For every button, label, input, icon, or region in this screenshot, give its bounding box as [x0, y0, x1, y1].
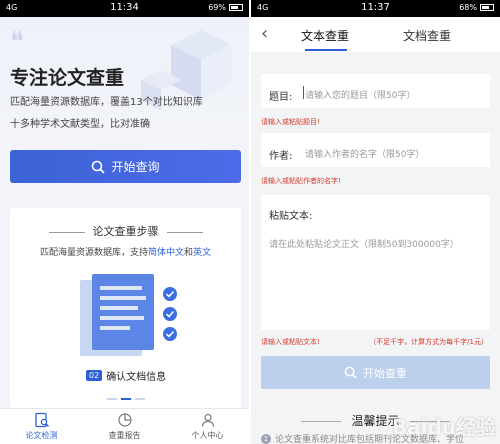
- search-icon: [344, 366, 357, 379]
- title-field[interactable]: 题目: 请输入您的题目（限50字）: [261, 74, 490, 108]
- start-check-button[interactable]: 开始查重: [261, 356, 490, 389]
- hero-title: 专注论文查重: [10, 67, 125, 89]
- baidu-watermark: Baidu经验: [391, 415, 496, 439]
- tab-text-check[interactable]: 文本查重: [301, 27, 349, 44]
- step-label: 确认文档信息: [106, 372, 167, 383]
- user-icon: [201, 413, 214, 427]
- text-field[interactable]: 粘贴文本: 请在此处粘贴论文正文（限制50到300000字）: [261, 195, 490, 330]
- divider: [48, 231, 85, 233]
- current-step: 02 确认文档信息: [86, 368, 166, 383]
- tab-label: 查重报告: [108, 431, 141, 440]
- hero-subtitle-2: 十多种学术文献类型，比对准确: [10, 119, 150, 130]
- hero-subtitle-1: 匹配海量资源数据库，覆盖13个对比知识库: [10, 97, 203, 108]
- title-field-label: 题目:: [269, 92, 293, 103]
- status-bar: 4G 11:37 68%: [251, 0, 500, 17]
- title-input[interactable]: 请输入您的题目（限50字）: [305, 88, 415, 101]
- bottom-tab-bar: 论文检测 查重报告 个人中心: [0, 408, 249, 444]
- author-field[interactable]: 作者: 请输入作者的名字（限50字）: [261, 133, 490, 167]
- tab-report[interactable]: 查重报告: [83, 409, 166, 444]
- battery-percent: 68%: [459, 3, 477, 12]
- hero-banner: ❝ 专注论文查重 匹配海量资源数据库，覆盖13个对比知识库 十多种学术文献类型，…: [0, 17, 249, 137]
- divider: [166, 231, 203, 233]
- start-check-label: 开始查重: [363, 366, 407, 380]
- report-chart-icon: [117, 413, 132, 427]
- text-cursor: [303, 86, 304, 99]
- tab-label: 个人中心: [191, 431, 224, 440]
- battery-icon: [480, 4, 494, 11]
- desc-highlight-chinese: 简体中文: [147, 248, 184, 258]
- divider: [301, 421, 342, 422]
- start-query-button[interactable]: 开始查询: [10, 150, 241, 183]
- screenshot-composite: 4G 11:34 69% ❝ 专注论文查重 匹配海量资源数据库，覆盖13个对比知…: [0, 0, 500, 444]
- back-arrow-icon[interactable]: ‹: [261, 25, 268, 43]
- battery-icon: [229, 4, 243, 11]
- steps-card-description: 匹配海量资源数据库，支持简体中文和英文: [10, 245, 241, 258]
- tab-profile[interactable]: 个人中心: [166, 409, 249, 444]
- desc-mid: 和: [184, 248, 194, 258]
- tab-label: 论文检测: [25, 431, 58, 440]
- pricing-note: （不足千字，计算方式为每千字/1元）: [369, 338, 488, 346]
- steps-card-title-row: 论文查重步骤: [10, 223, 241, 239]
- desc-prefix: 匹配海量资源数据库，支持: [39, 248, 148, 258]
- text-input[interactable]: 请在此处粘贴论文正文（限制50到300000字）: [269, 237, 459, 250]
- author-error: 请输入或粘贴作者的名字!: [261, 177, 341, 185]
- right-phone-screen: 4G 11:37 68% ‹ 文本查重 文档查重 题目: 请输入您的题目（限50…: [251, 0, 500, 444]
- carousel-dot[interactable]: [134, 398, 145, 400]
- document-check-illustration-icon: [80, 274, 177, 356]
- carousel-indicator: [10, 398, 241, 400]
- tab-paper-check[interactable]: 论文检测: [0, 409, 83, 444]
- author-input[interactable]: 请输入作者的名字（限50字）: [305, 147, 424, 160]
- status-bar: 4G 11:34 69%: [0, 0, 249, 17]
- step-number-badge: 02: [86, 370, 103, 381]
- left-phone-screen: 4G 11:34 69% ❝ 专注论文查重 匹配海量资源数据库，覆盖13个对比知…: [0, 0, 249, 444]
- title-error: 请输入或粘贴题目!: [261, 118, 320, 126]
- status-right: 68%: [459, 3, 494, 12]
- desc-highlight-english: 英文: [193, 248, 212, 258]
- carousel-dot[interactable]: [106, 398, 117, 400]
- start-query-label: 开始查询: [111, 160, 160, 174]
- active-tab-indicator: [305, 49, 347, 51]
- tab-document-check[interactable]: 文档查重: [403, 27, 451, 44]
- doc-search-icon: [34, 412, 49, 428]
- carousel-dot-active[interactable]: [120, 398, 131, 400]
- battery-percent: 69%: [208, 3, 226, 12]
- author-field-label: 作者:: [269, 151, 293, 162]
- text-error: 请输入或粘贴文本!: [261, 338, 320, 346]
- status-right: 69%: [208, 3, 243, 12]
- tip-number: 1: [261, 433, 271, 444]
- search-icon: [92, 160, 106, 174]
- quote-icon: ❝: [10, 27, 24, 57]
- top-navigation: ‹ 文本查重 文档查重: [251, 17, 500, 52]
- text-field-label: 粘贴文本:: [269, 211, 313, 222]
- steps-card-title: 论文查重步骤: [92, 225, 159, 238]
- steps-card: 论文查重步骤 匹配海量资源数据库，支持简体中文和英文 02 确认文档信息: [10, 208, 241, 408]
